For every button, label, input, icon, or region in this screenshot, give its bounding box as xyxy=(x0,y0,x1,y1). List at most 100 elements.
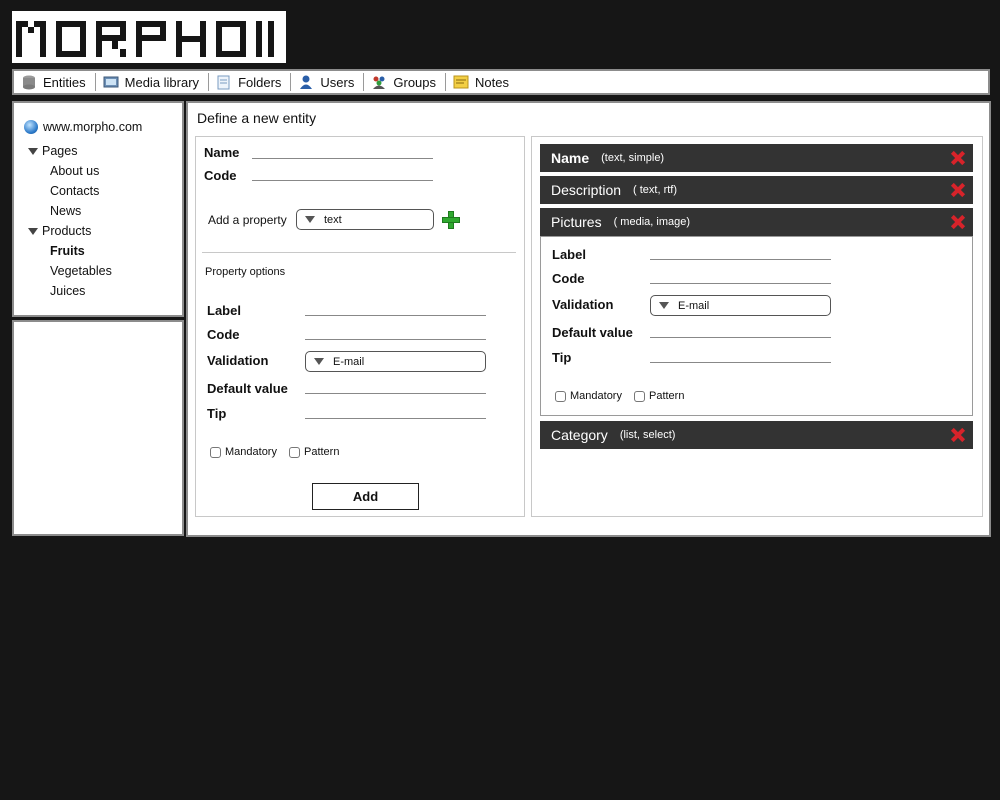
validation-label: Validation xyxy=(207,353,268,368)
expand-triangle-icon[interactable] xyxy=(28,227,38,235)
folder-icon xyxy=(216,74,232,90)
nav-folders[interactable]: Folders xyxy=(209,71,290,93)
tree-node-pages[interactable]: Pages xyxy=(24,141,142,161)
validation-select[interactable]: E-mail xyxy=(305,351,486,372)
delete-icon[interactable] xyxy=(951,151,965,165)
main-panel: Define a new entity Name Code Add a prop… xyxy=(186,101,991,537)
default-value-row: Default value xyxy=(207,381,486,396)
chevron-down-icon xyxy=(305,216,315,223)
products-label: Products xyxy=(42,224,92,238)
pattern-label: Pattern xyxy=(303,446,340,458)
pattern-checkbox[interactable] xyxy=(288,446,300,458)
nav-groups[interactable]: Groups xyxy=(364,71,445,93)
name-row: Name xyxy=(204,145,433,160)
properties-list: Name (text, simple) Description ( text, … xyxy=(531,136,983,517)
nav-entities[interactable]: Entities xyxy=(14,71,95,93)
property-type-value: text xyxy=(324,213,342,226)
tree-item-fruits[interactable]: Fruits xyxy=(24,241,142,261)
exp-code-label: Code xyxy=(552,271,585,286)
tip-field[interactable] xyxy=(305,418,486,419)
property-header-category[interactable]: Category (list, select) xyxy=(540,421,973,449)
form-divider xyxy=(202,252,516,253)
default-value-label: Default value xyxy=(207,381,288,396)
exp-label-row: Label xyxy=(552,247,831,262)
exp-default-field[interactable] xyxy=(650,337,831,338)
entity-form: Name Code Add a property text Property o… xyxy=(195,136,525,517)
tree-item-news[interactable]: News xyxy=(24,201,142,221)
user-icon xyxy=(298,74,314,90)
tip-row: Tip xyxy=(207,406,486,421)
label-label: Label xyxy=(207,303,241,318)
exp-validation-select[interactable]: E-mail xyxy=(650,295,831,316)
name-label: Name xyxy=(204,145,240,160)
nav-notes[interactable]: Notes xyxy=(446,71,518,93)
exp-tip-label: Tip xyxy=(552,350,572,365)
property-header-name[interactable]: Name (text, simple) xyxy=(540,144,973,172)
tree-item-about-us[interactable]: About us xyxy=(24,161,142,181)
sidebar-empty-panel xyxy=(12,320,184,536)
default-value-field[interactable] xyxy=(305,393,486,394)
property-name: Name xyxy=(551,150,590,166)
label-field[interactable] xyxy=(305,315,486,316)
chevron-down-icon xyxy=(314,358,324,365)
property-type: ( media, image) xyxy=(613,216,690,228)
code2-field[interactable] xyxy=(305,339,486,340)
main-navbar: Entities Media library Folders Users Gro… xyxy=(12,69,990,95)
site-tree: www.morpho.com Pages About us Contacts N… xyxy=(24,117,142,301)
add-button[interactable]: Add xyxy=(312,483,419,510)
name-field[interactable] xyxy=(252,158,433,159)
tree-node-products[interactable]: Products xyxy=(24,221,142,241)
nav-media-library[interactable]: Media library xyxy=(96,71,208,93)
property-type: (text, simple) xyxy=(601,152,665,164)
tree-item-vegetables[interactable]: Vegetables xyxy=(24,261,142,281)
property-name: Description xyxy=(551,182,622,198)
media-icon xyxy=(103,74,119,90)
exp-label-label: Label xyxy=(552,247,586,262)
tree-site-root[interactable]: www.morpho.com xyxy=(24,117,142,137)
delete-icon[interactable] xyxy=(951,428,965,442)
nav-media-library-label: Media library xyxy=(124,74,200,90)
group-icon xyxy=(371,74,387,90)
property-options-label: Property options xyxy=(205,266,286,278)
morpho-logo xyxy=(12,11,286,63)
code-field[interactable] xyxy=(252,180,433,181)
property-header-description[interactable]: Description ( text, rtf) xyxy=(540,176,973,204)
tree-item-juices[interactable]: Juices xyxy=(24,281,142,301)
add-property-plus-icon[interactable] xyxy=(442,211,460,229)
property-type: ( text, rtf) xyxy=(633,184,678,196)
exp-default-row: Default value xyxy=(552,325,831,340)
exp-code-field[interactable] xyxy=(650,283,831,284)
nav-notes-label: Notes xyxy=(475,74,509,90)
exp-default-label: Default value xyxy=(552,325,633,340)
add-property-label: Add a property xyxy=(208,213,287,227)
exp-mandatory-checkbox[interactable] xyxy=(555,390,566,402)
exp-pattern-label: Pattern xyxy=(648,390,685,402)
expand-triangle-icon[interactable] xyxy=(28,147,38,155)
exp-options-checkboxes: Mandatory Pattern xyxy=(555,390,696,402)
options-checkboxes: Mandatory Pattern xyxy=(210,446,351,458)
pages-label: Pages xyxy=(42,144,78,158)
notes-icon xyxy=(453,74,469,90)
tip-label: Tip xyxy=(207,406,227,421)
exp-label-field[interactable] xyxy=(650,259,831,260)
mandatory-label: Mandatory xyxy=(225,446,277,458)
site-label: www.morpho.com xyxy=(43,120,143,134)
exp-tip-field[interactable] xyxy=(650,362,831,363)
nav-groups-label: Groups xyxy=(393,74,437,90)
delete-icon[interactable] xyxy=(951,215,965,229)
exp-tip-row: Tip xyxy=(552,350,831,365)
property-type: (list, select) xyxy=(619,429,676,441)
tree-item-contacts[interactable]: Contacts xyxy=(24,181,142,201)
property-type-select[interactable]: text xyxy=(296,209,434,230)
database-icon xyxy=(21,74,37,90)
validation-label-text: Validation xyxy=(207,353,269,368)
nav-users-label: Users xyxy=(320,74,355,90)
mandatory-checkbox[interactable] xyxy=(210,446,221,458)
code2-label: Code xyxy=(207,327,240,342)
chevron-down-icon xyxy=(659,302,669,309)
nav-entities-label: Entities xyxy=(43,74,86,90)
nav-users[interactable]: Users xyxy=(291,71,363,93)
delete-icon[interactable] xyxy=(951,183,965,197)
property-header-pictures[interactable]: Pictures ( media, image) xyxy=(540,208,973,236)
exp-pattern-checkbox[interactable] xyxy=(633,390,645,402)
